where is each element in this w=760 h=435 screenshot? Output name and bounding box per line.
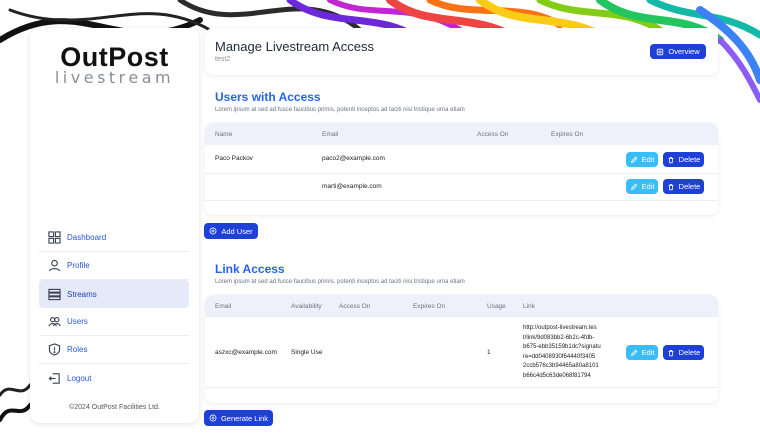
link-url-line: 2ccb576c3b94465a80a8101 bbox=[523, 363, 599, 369]
column-header-email: Email bbox=[322, 131, 339, 138]
link-url[interactable]: http://outpost-livestream.tes t/link/9d0… bbox=[523, 324, 623, 381]
trash-icon bbox=[667, 349, 675, 357]
delete-button[interactable]: Delete bbox=[663, 345, 704, 360]
user-name: Paco Packov bbox=[215, 155, 253, 162]
sidebar-item-roles[interactable]: Roles bbox=[39, 336, 189, 364]
overview-button-label: Overview bbox=[668, 47, 700, 56]
link-url-line: b66c4d5c63de068f81794 bbox=[523, 372, 591, 379]
edit-button-label: Edit bbox=[641, 155, 655, 164]
server-icon bbox=[47, 287, 61, 301]
edit-button[interactable]: Edit bbox=[626, 345, 658, 360]
sidebar-nav: Dashboard Profile Streams Users Roles Lo… bbox=[39, 224, 189, 392]
sidebar-item-dashboard[interactable]: Dashboard bbox=[39, 224, 189, 252]
edit-button-label: Edit bbox=[641, 182, 655, 191]
sidebar-item-profile[interactable]: Profile bbox=[39, 252, 189, 280]
pencil-icon bbox=[630, 183, 638, 191]
copyright-footer: ©2024 OutPost Facilities Ltd. bbox=[69, 404, 160, 411]
links-table-header: Email Availability Access On Expires On … bbox=[205, 295, 718, 317]
link-usage: 1 bbox=[487, 349, 491, 356]
delete-button-label: Delete bbox=[678, 182, 701, 191]
overview-button[interactable]: Overview bbox=[650, 44, 706, 59]
sidebar: OutPost livestream Dashboard Profile Str… bbox=[30, 28, 199, 423]
sidebar-item-label: Users bbox=[67, 317, 88, 326]
link-section-subtitle: Lorem ipsum at sed ad fusce faucibus pri… bbox=[215, 279, 465, 285]
sidebar-item-label: Profile bbox=[67, 261, 90, 270]
page-title: Manage Livestream Access bbox=[215, 39, 374, 54]
link-section-title: Link Access bbox=[215, 262, 285, 276]
sidebar-item-label: Streams bbox=[67, 289, 97, 299]
column-header-expires-on: Expires On bbox=[413, 303, 446, 310]
trash-icon bbox=[667, 183, 675, 191]
plus-circle-icon bbox=[209, 414, 217, 422]
delete-button-label: Delete bbox=[678, 348, 701, 357]
page-header: Manage Livestream Access test2 Overview bbox=[205, 28, 718, 75]
column-header-email: Email bbox=[215, 303, 232, 310]
users-section-subtitle: Lorem ipsum at sed ad fusce faucibus pri… bbox=[215, 107, 465, 113]
link-url-line: http://outpost-livestream.tes bbox=[523, 325, 597, 331]
generate-link-button-label: Generate Link bbox=[220, 413, 269, 423]
links-table: Email Availability Access On Expires On … bbox=[205, 295, 718, 403]
column-header-availability: Availability bbox=[291, 303, 322, 310]
column-header-access-on: Access On bbox=[339, 303, 371, 310]
document-icon bbox=[656, 48, 664, 56]
row-divider bbox=[205, 173, 718, 174]
edit-button[interactable]: Edit bbox=[626, 152, 658, 167]
grid-icon bbox=[47, 231, 61, 245]
row-divider bbox=[205, 387, 718, 388]
user-icon bbox=[47, 259, 61, 273]
shield-icon bbox=[47, 343, 61, 357]
page-subtitle: test2 bbox=[215, 56, 231, 63]
users-table-header: Name Email Access On Expires On bbox=[205, 123, 718, 145]
generate-link-button[interactable]: Generate Link bbox=[204, 410, 273, 426]
users-icon bbox=[47, 315, 61, 329]
sidebar-item-label: Roles bbox=[67, 345, 88, 354]
edit-button-label: Edit bbox=[641, 348, 655, 357]
column-header-name: Name bbox=[215, 131, 233, 138]
link-availability: Single Use bbox=[291, 349, 323, 356]
plus-circle-icon bbox=[209, 227, 217, 235]
link-email: aszxc@example.com bbox=[215, 349, 277, 356]
logout-icon bbox=[47, 371, 61, 385]
column-header-usage: Usage bbox=[487, 303, 506, 310]
delete-button[interactable]: Delete bbox=[663, 152, 704, 167]
add-user-button[interactable]: Add User bbox=[204, 223, 258, 239]
column-header-link: Link bbox=[523, 303, 535, 310]
trash-icon bbox=[667, 156, 675, 164]
delete-button[interactable]: Delete bbox=[663, 179, 704, 194]
user-email: marti@example.com bbox=[322, 183, 382, 190]
pencil-icon bbox=[630, 156, 638, 164]
column-header-expires-on: Expires On bbox=[551, 131, 584, 138]
pencil-icon bbox=[630, 349, 638, 357]
link-url-line: t/link/9d083bb2-6b2c-4fdb- bbox=[523, 334, 595, 341]
users-section-title: Users with Access bbox=[215, 90, 321, 104]
sidebar-item-label: Dashboard bbox=[67, 233, 107, 242]
sidebar-item-label: Logout bbox=[67, 373, 92, 383]
edit-button[interactable]: Edit bbox=[626, 179, 658, 194]
sidebar-item-users[interactable]: Users bbox=[39, 308, 189, 336]
sidebar-item-logout[interactable]: Logout bbox=[39, 364, 189, 392]
link-url-line: b675-ebb35159b1dc?signatu bbox=[523, 344, 601, 350]
logo-subtitle: livestream bbox=[54, 68, 175, 87]
user-email: paco2@example.com bbox=[322, 155, 385, 162]
sidebar-item-streams[interactable]: Streams bbox=[39, 280, 189, 308]
row-divider bbox=[205, 200, 718, 201]
add-user-button-label: Add User bbox=[221, 226, 253, 236]
link-url-line: re=dd0408930f64440f3405 bbox=[523, 353, 596, 360]
column-header-access-on: Access On bbox=[477, 131, 509, 138]
delete-button-label: Delete bbox=[678, 155, 701, 164]
users-table: Name Email Access On Expires On Paco Pac… bbox=[205, 123, 718, 215]
